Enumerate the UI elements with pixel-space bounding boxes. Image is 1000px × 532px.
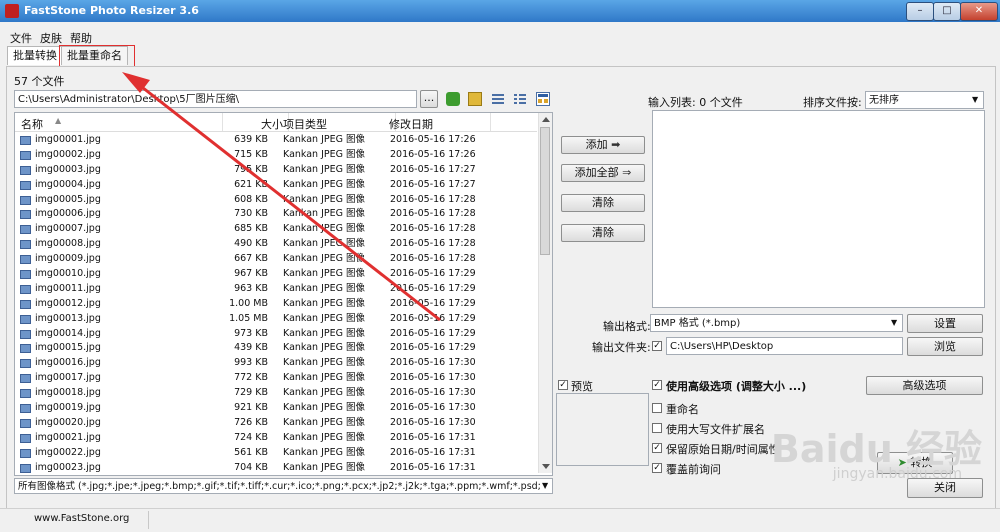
website-link[interactable]: www.FastStone.org — [34, 513, 129, 524]
annotation-arrow — [122, 72, 441, 322]
status-bar: www.FastStone.org — [0, 508, 1000, 532]
